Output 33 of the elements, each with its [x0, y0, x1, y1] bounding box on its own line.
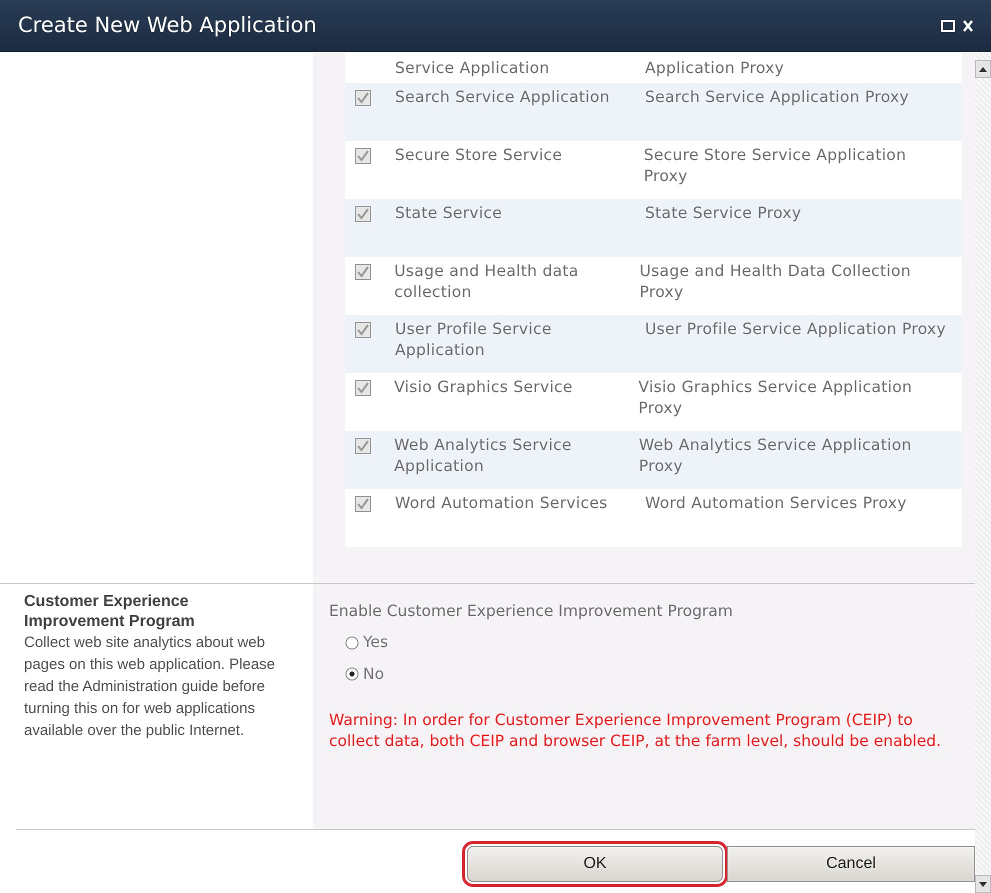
service-name: Web Analytics Service Application — [394, 436, 572, 475]
proxy-name: Search Service Application Proxy — [645, 88, 909, 106]
scrollbar[interactable] — [975, 52, 991, 893]
proxy-name: Secure Store Service Application Proxy — [644, 146, 906, 185]
proxy-name: State Service Proxy — [645, 204, 802, 222]
proxy-name: Web Analytics Service Application Proxy — [638, 436, 912, 475]
service-name: User Profile Service Application — [395, 320, 552, 359]
proxy-name: User Profile Service Application Proxy — [645, 320, 946, 338]
dialog-button[interactable]: Cancel — [727, 846, 975, 882]
service-name: Usage and Health data collection — [394, 262, 579, 301]
down-arrow-icon[interactable] — [979, 882, 987, 886]
service-name: Service Application — [395, 59, 550, 77]
up-arrow-icon[interactable] — [979, 66, 987, 72]
radio-button[interactable] — [345, 667, 359, 682]
section-description: Collect web site analytics about web pages on this web application. Please read the Administration guide before turning this on for web applications available over the public Internet. — [24, 633, 276, 741]
service-name: Word Automation Services — [395, 494, 608, 512]
maximize-icon[interactable] — [941, 20, 955, 32]
proxy-name: Word Automation Services Proxy — [645, 494, 907, 512]
radio-label: Yes — [363, 632, 388, 654]
proxy-name: Visio Graphics Service Application Proxy — [638, 378, 912, 417]
radio-button[interactable] — [345, 636, 359, 650]
radio-label: No — [363, 664, 384, 684]
window-title: Create New Web Application — [18, 12, 317, 40]
section-heading: Customer Experience Improvement Program — [24, 592, 196, 632]
service-name: Secure Store Service — [394, 146, 562, 164]
service-name: Visio Graphics Service — [394, 378, 573, 396]
service-name: Search Service Application — [395, 88, 610, 106]
proxy-name: Application Proxy — [645, 59, 784, 77]
field-label: Enable Customer Experience Improvement Program — [329, 601, 734, 622]
close-icon[interactable] — [963, 20, 973, 32]
proxy-name: Usage and Health Data Collection Proxy — [640, 262, 911, 301]
warning-text: Warning: In order for Customer Experience Improvement Program (CEIP) to collect data, both CEIP and browser CEIP, at the farm level, should be enabled. — [329, 710, 942, 752]
service-name: State Service — [395, 204, 502, 222]
